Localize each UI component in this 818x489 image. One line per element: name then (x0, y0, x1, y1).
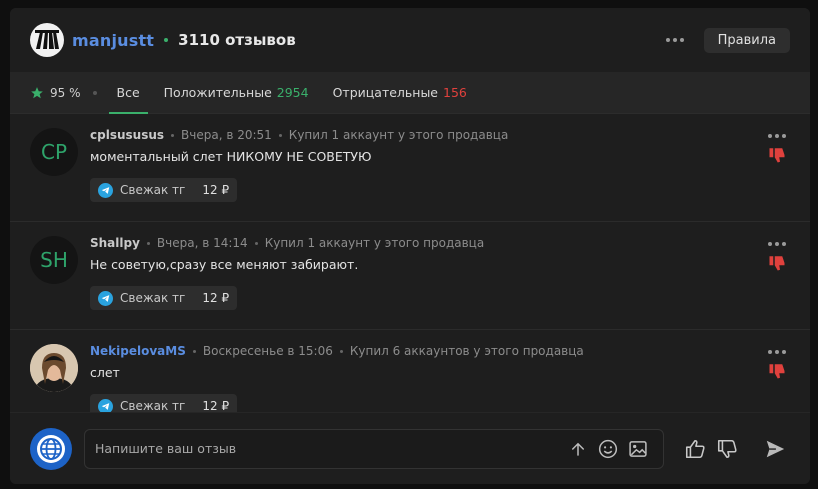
avatar[interactable]: SH (30, 236, 78, 284)
product-name: Свежак тг (120, 291, 186, 305)
review-list[interactable]: CP cplsususus Вчера, в 20:51 Купил 1 акк… (10, 114, 810, 414)
avatar[interactable] (30, 344, 78, 392)
thumbs-down-icon (769, 148, 785, 163)
separator-dot (254, 241, 258, 245)
my-avatar[interactable] (30, 427, 72, 470)
product-chip[interactable]: Свежак тг 12 ₽ (90, 394, 238, 414)
more-options-icon[interactable] (660, 32, 690, 48)
tab-label: Положительные (163, 85, 272, 100)
review-author[interactable]: Shallpy (90, 236, 140, 250)
review-author[interactable]: cplsususus (90, 128, 164, 142)
filter-bar: 95 % Все Положительные 2954 Отрицательны… (10, 72, 810, 114)
arrow-up-icon[interactable] (563, 434, 593, 464)
emoji-icon[interactable] (593, 434, 623, 464)
review-more-icon[interactable] (766, 132, 788, 140)
separator-dot (92, 90, 97, 95)
product-name: Свежак тг (120, 399, 186, 413)
avatar[interactable]: CP (30, 128, 78, 176)
separator-dot (278, 133, 282, 137)
review-input-wrapper (84, 428, 664, 469)
separator-dot (146, 241, 150, 245)
separator-dot (164, 38, 169, 42)
review-author[interactable]: NekipelovaMS (90, 344, 186, 358)
review-text: моментальный слет НИКОМУ НЕ СОВЕТУЮ (90, 149, 372, 164)
thumbs-up-icon[interactable] (680, 434, 710, 464)
thumbs-down-outline-icon[interactable] (712, 434, 742, 464)
review-text: слет (90, 365, 120, 380)
negative-count: 156 (443, 85, 467, 100)
send-icon[interactable] (760, 434, 790, 464)
review-item: CP cplsususus Вчера, в 20:51 Купил 1 акк… (10, 114, 810, 222)
separator-dot (339, 349, 343, 353)
review-more-icon[interactable] (766, 240, 788, 248)
rules-button[interactable]: Правила (703, 27, 790, 53)
product-price: 12 ₽ (202, 399, 230, 413)
review-time: Вчера, в 20:51 (181, 128, 272, 142)
globe-icon (37, 434, 65, 463)
product-chip[interactable]: Свежак тг 12 ₽ (90, 286, 238, 310)
telegram-icon (98, 290, 113, 306)
review-count: 3110 отзывов (178, 31, 296, 49)
review-text: Не советую,сразу все меняют забирают. (90, 257, 359, 272)
review-item: NekipelovaMS Воскресенье в 15:06 Купил 6… (10, 330, 810, 414)
separator-dot (171, 133, 175, 137)
review-time: Вчера, в 14:14 (156, 236, 248, 250)
tab-label: Отрицательные (332, 85, 439, 100)
seller-logo[interactable] (30, 23, 64, 57)
thumbs-down-icon (769, 256, 785, 271)
product-price: 12 ₽ (202, 183, 230, 197)
product-chip[interactable]: Свежак тг 12 ₽ (90, 178, 238, 202)
seller-header: manjustt 3110 отзывов Правила (10, 8, 810, 72)
reviews-window: manjustt 3110 отзывов Правила 95 % Все П… (10, 8, 810, 484)
tab-all[interactable]: Все (108, 72, 148, 114)
telegram-icon (98, 182, 113, 198)
tab-label: Все (116, 85, 140, 100)
review-composer (10, 412, 810, 484)
review-purchase: Купил 1 аккаунт у этого продавца (288, 128, 509, 142)
review-more-icon[interactable] (766, 348, 788, 356)
user-photo (30, 344, 78, 392)
star-icon (31, 86, 43, 98)
separator-dot (192, 349, 196, 353)
thumbs-down-icon (769, 364, 785, 379)
review-purchase: Купил 1 аккаунт у этого продавца (264, 236, 485, 250)
product-name: Свежак тг (120, 183, 186, 197)
tab-negative[interactable]: Отрицательные 156 (325, 72, 475, 114)
rating-value: 95 % (50, 85, 81, 100)
positive-count: 2954 (276, 85, 309, 100)
review-purchase: Купил 6 аккаунтов у этого продавца (349, 344, 584, 358)
review-input[interactable] (95, 441, 563, 456)
review-time: Воскресенье в 15:06 (202, 344, 333, 358)
image-icon[interactable] (623, 434, 653, 464)
review-item: SH Shallpy Вчера, в 14:14 Купил 1 аккаун… (10, 222, 810, 330)
rating: 95 % (30, 86, 81, 100)
seller-name[interactable]: manjustt (72, 31, 154, 50)
tab-positive[interactable]: Положительные 2954 (156, 72, 317, 114)
product-price: 12 ₽ (202, 291, 230, 305)
